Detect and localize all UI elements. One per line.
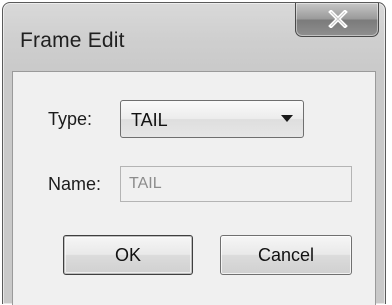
title-bar[interactable]: Frame Edit (3, 3, 385, 79)
cancel-button[interactable]: Cancel (220, 235, 352, 275)
type-label: Type: (48, 109, 93, 129)
dropdown-arrow-icon (281, 115, 293, 122)
ok-button[interactable]: OK (63, 235, 193, 275)
name-field: TAIL (120, 166, 352, 202)
dialog-content: Type: TAIL Name: TAIL OK Cancel (12, 71, 376, 305)
dialog-title: Frame Edit (20, 29, 125, 52)
frame-edit-dialog: Frame Edit Type: TAIL Name: TAIL OK Canc… (2, 2, 386, 305)
name-label: Name: (48, 174, 102, 194)
type-dropdown[interactable]: TAIL (120, 100, 304, 138)
close-button[interactable] (295, 3, 379, 37)
close-icon (328, 10, 348, 28)
type-selected-value: TAIL (131, 110, 168, 130)
